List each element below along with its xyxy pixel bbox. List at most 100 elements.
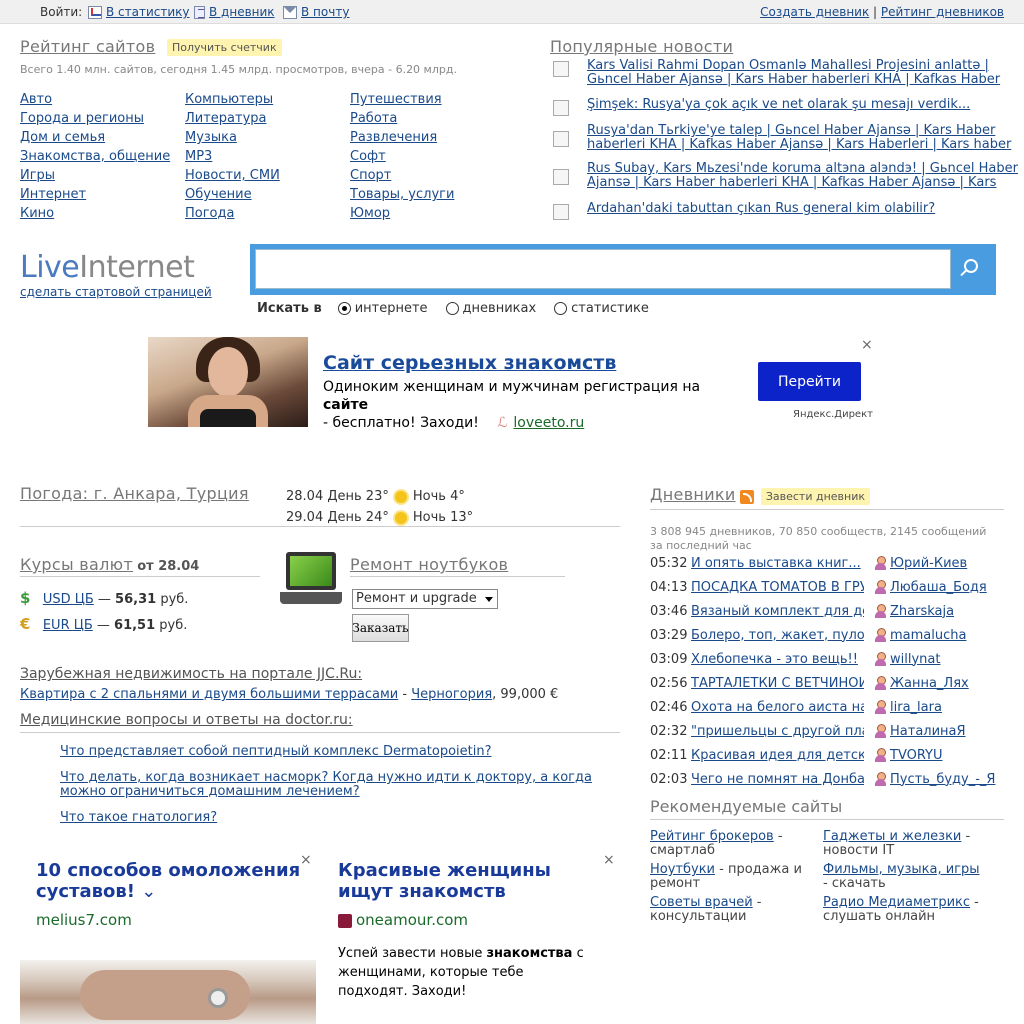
get-counter-badge[interactable]: Получить счетчик	[167, 39, 282, 56]
radio-icon[interactable]	[445, 302, 459, 315]
radio-icon[interactable]	[554, 302, 568, 315]
ad-joints-domain[interactable]: melius7.com	[36, 911, 132, 929]
start-diary-badge[interactable]: Завести дневник	[760, 488, 871, 505]
news-checkbox[interactable]	[553, 204, 569, 220]
realty-title[interactable]: Зарубежная недвижимость на портале JJC.R…	[20, 666, 362, 682]
news-checkbox[interactable]	[553, 100, 569, 116]
category-link[interactable]: MP3	[185, 147, 280, 166]
recommended-link[interactable]: Советы врачей	[650, 895, 753, 910]
diary-user-link[interactable]: Жанна_Лях	[890, 676, 969, 691]
ad-women-domain-row[interactable]: oneamour.com	[338, 911, 468, 929]
category-link[interactable]: Музыка	[185, 128, 280, 147]
currency-name[interactable]: EUR ЦБ	[43, 618, 93, 633]
mail-link-label[interactable]: В почту	[301, 5, 349, 19]
category-link[interactable]: Работа	[350, 109, 454, 128]
diary-user-link[interactable]: Пусть_буду_-_Я	[890, 772, 995, 787]
category-link[interactable]: Кино	[20, 204, 170, 223]
category-link[interactable]: Погода	[185, 204, 280, 223]
category-link[interactable]: Новости, СМИ	[185, 166, 280, 185]
recommended-link[interactable]: Рейтинг брокеров	[650, 829, 774, 844]
popular-news-title[interactable]: Популярные новости	[550, 37, 733, 56]
diary-user[interactable]: Юрий-Киев	[874, 556, 967, 571]
category-link[interactable]: Путешествия	[350, 90, 454, 109]
news-link[interactable]: Rus Subay, Kars Mьzesi'nde koruma altэna…	[587, 162, 1024, 190]
medical-question-link[interactable]: Что делать, когда возникает насморк? Ког…	[60, 771, 620, 799]
news-link[interactable]: Rusya'dan Tьrkiye'ye talep | Gьncel Habe…	[587, 124, 1024, 152]
diary-user[interactable]: lira_lara	[874, 700, 942, 715]
category-link[interactable]: Обучение	[185, 185, 280, 204]
realty-location[interactable]: Черногория	[411, 687, 492, 702]
diary-post-link[interactable]: "пришельцы с другой планеты"	[691, 724, 864, 739]
news-link[interactable]: Kars Valisi Rahmi Dopan Osmanlə Mahalles…	[587, 59, 1024, 87]
repair-title[interactable]: Ремонт ноутбуков	[350, 555, 508, 574]
category-link[interactable]: Дом и семья	[20, 128, 170, 147]
diary-post-link[interactable]: Чего не помнят на Донбассе	[691, 772, 864, 787]
diary-link-label[interactable]: В дневник	[209, 5, 275, 19]
diary-user[interactable]: Пусть_буду_-_Я	[874, 772, 995, 787]
ad-close-icon[interactable]: ×	[300, 852, 312, 868]
diary-user-link[interactable]: willynat	[890, 652, 940, 667]
news-checkbox[interactable]	[553, 169, 569, 185]
diary-user-link[interactable]: Любаша_Бодя	[890, 580, 987, 595]
weather-title[interactable]: Погода: г. Анкара, Турция	[20, 484, 249, 503]
medical-question-link[interactable]: Что представляет собой пептидный комплек…	[60, 745, 620, 759]
diary-post-link[interactable]: Охота на белого аиста на Кубани	[691, 700, 864, 715]
currency-name[interactable]: USD ЦБ	[43, 592, 94, 607]
diary-post-link[interactable]: Вязаный комплект для девочки	[691, 604, 864, 619]
category-link[interactable]: Авто	[20, 90, 170, 109]
medical-question-link[interactable]: Что такое гнатология?	[60, 811, 620, 825]
diary-user[interactable]: willynat	[874, 652, 940, 667]
rating-title[interactable]: Рейтинг сайтов	[20, 37, 155, 56]
repair-select[interactable]: Ремонт и upgrade	[352, 589, 498, 609]
diary-post-link[interactable]: Красивая идея для детской	[691, 748, 864, 763]
diary-rating-link[interactable]: Рейтинг дневников	[881, 5, 1004, 19]
ad-close-icon[interactable]: ×	[603, 852, 615, 868]
diary-user-link[interactable]: mamalucha	[890, 628, 966, 643]
recommended-link[interactable]: Фильмы, музыка, игры	[823, 862, 980, 877]
diary-post-link[interactable]: ТАРТАЛЕТКИ С ВЕТЧИНОЙ И СЫРОМ	[691, 676, 864, 691]
diary-user-link[interactable]: НаталинаЯ	[890, 724, 966, 739]
diary-user[interactable]: Любаша_Бодя	[874, 580, 987, 595]
news-checkbox[interactable]	[553, 61, 569, 77]
news-link[interactable]: Ardahan'daki tabuttan çıkan Rus general …	[587, 202, 1024, 216]
make-start-page-link[interactable]: сделать стартовой страницей	[20, 285, 212, 299]
ad-title[interactable]: Сайт серьезных знакомств	[323, 352, 616, 374]
diary-user-link[interactable]: lira_lara	[890, 700, 942, 715]
category-link[interactable]: Игры	[20, 166, 170, 185]
category-link[interactable]: Знакомства, общение	[20, 147, 170, 166]
recommended-link[interactable]: Радио Медиаметрикс	[823, 895, 970, 910]
diary-user[interactable]: Zharskaja	[874, 604, 954, 619]
category-link[interactable]: Товары, услуги	[350, 185, 454, 204]
rss-icon[interactable]	[739, 489, 754, 504]
ad-women-title[interactable]: Красивые женщины ищут знакомств	[338, 860, 598, 902]
ad-joints-title[interactable]: 10 способов омоложения суставов! ⌄	[36, 860, 306, 902]
category-link[interactable]: Развлечения	[350, 128, 454, 147]
diary-post-link[interactable]: ПОСАДКА ТОМАТОВ В ГРУНТ	[691, 580, 864, 595]
order-button[interactable]: Заказать	[352, 614, 409, 642]
currency-title[interactable]: Курсы валют	[20, 555, 133, 574]
ad-joints-photo[interactable]	[20, 960, 316, 1024]
category-link[interactable]: Софт	[350, 147, 454, 166]
diary-post-link[interactable]: Болеро, топ, жакет, пуловер	[691, 628, 864, 643]
realty-link[interactable]: Квартира с 2 спальнями и двумя большими …	[20, 687, 398, 702]
ad-domain[interactable]: loveeto.ru	[513, 415, 584, 431]
category-link[interactable]: Литература	[185, 109, 280, 128]
news-link[interactable]: Şimşek: Rusya'ya çok açık ve net olarak …	[587, 98, 1024, 112]
create-diary-link[interactable]: Создать дневник	[760, 5, 869, 19]
diary-link[interactable]: В дневник	[194, 5, 275, 19]
category-link[interactable]: Интернет	[20, 185, 170, 204]
diary-user-link[interactable]: Zharskaja	[890, 604, 954, 619]
search-input[interactable]	[255, 249, 951, 289]
search-button[interactable]	[955, 249, 991, 289]
ad-photo[interactable]	[148, 337, 308, 427]
diary-post-link[interactable]: И опять выставка книг...	[691, 556, 864, 571]
liveinternet-logo[interactable]: LiveInternet	[20, 250, 195, 285]
diaries-title[interactable]: Дневники	[650, 485, 736, 504]
stat-link-label[interactable]: В статистику	[106, 5, 190, 19]
ad-go-button[interactable]: Перейти	[758, 362, 861, 401]
yandex-direct-label[interactable]: Яндекс.Директ	[793, 409, 873, 420]
diary-user[interactable]: TVORYU	[874, 748, 943, 763]
diary-user[interactable]: Жанна_Лях	[874, 676, 969, 691]
diary-user[interactable]: mamalucha	[874, 628, 966, 643]
scope-diaries[interactable]: дневниках	[445, 301, 536, 316]
